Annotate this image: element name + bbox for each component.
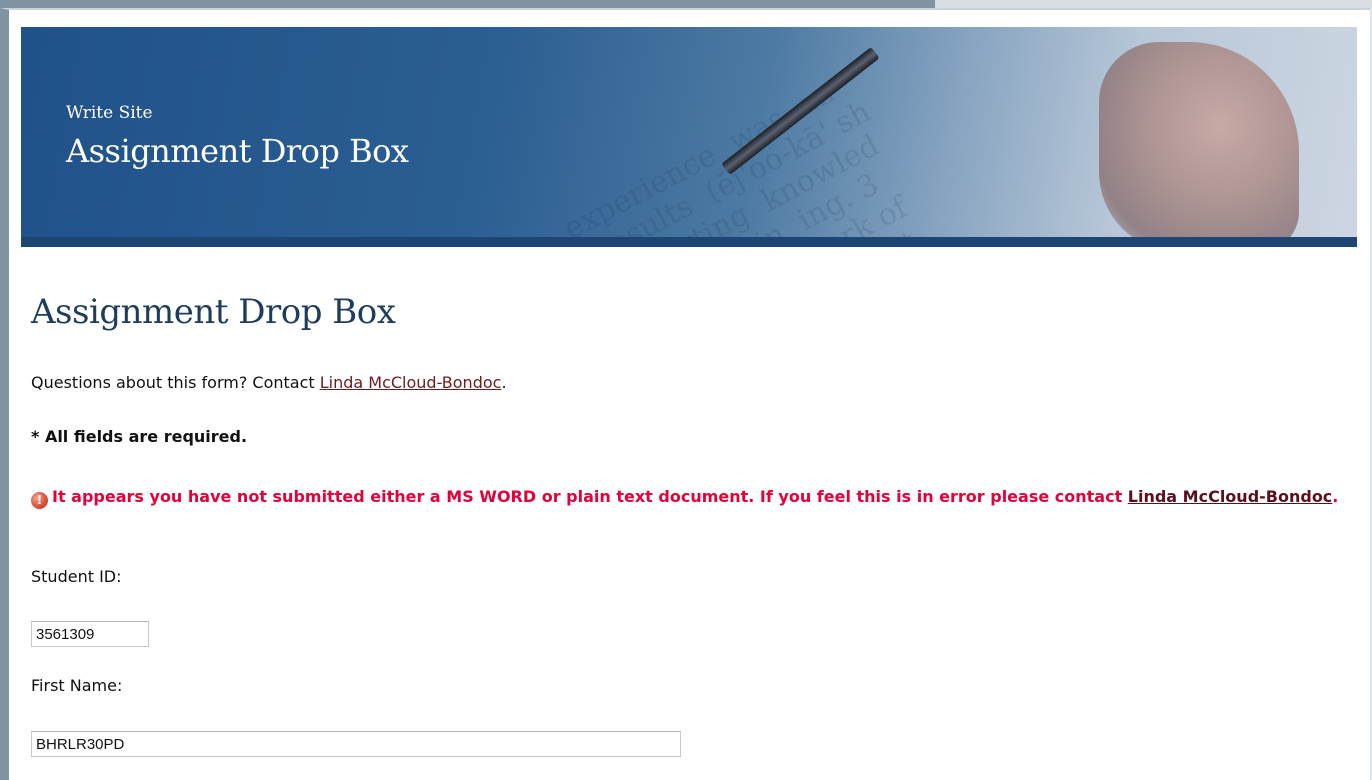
window-top-strip-right bbox=[935, 0, 1372, 8]
student-id-label: Student ID: bbox=[31, 567, 122, 586]
first-name-label: First Name: bbox=[31, 676, 123, 695]
page-title: Assignment Drop Box bbox=[31, 292, 396, 332]
first-name-input[interactable] bbox=[31, 731, 681, 757]
error-message: ! It appears you have not submitted eithe… bbox=[31, 482, 1351, 512]
contact-line: Questions about this form? Contact Linda… bbox=[31, 373, 507, 392]
contact-link[interactable]: Linda McCloud-Bondoc bbox=[320, 373, 502, 392]
error-contact-link[interactable]: Linda McCloud-Bondoc bbox=[1128, 487, 1333, 506]
banner-hand-image bbox=[1099, 42, 1299, 247]
banner-bottom-bar bbox=[21, 237, 1357, 247]
contact-suffix: . bbox=[501, 373, 507, 392]
student-id-input[interactable] bbox=[31, 621, 149, 647]
error-suffix: . bbox=[1332, 487, 1339, 506]
main-content: Assignment Drop Box Questions about this… bbox=[31, 292, 1351, 757]
window-top-strip bbox=[0, 0, 935, 8]
contact-prefix: Questions about this form? Contact bbox=[31, 373, 320, 392]
banner-pen-image bbox=[721, 47, 880, 176]
banner-site-name: Write Site bbox=[66, 103, 153, 123]
error-text: It appears you have not submitted either… bbox=[52, 487, 1128, 506]
site-banner: experience was an results (ēj'oo-kā' sh … bbox=[21, 27, 1357, 247]
banner-title: Assignment Drop Box bbox=[66, 132, 409, 170]
required-note: * All fields are required. bbox=[31, 427, 248, 446]
error-exclamation-icon: ! bbox=[31, 492, 48, 509]
